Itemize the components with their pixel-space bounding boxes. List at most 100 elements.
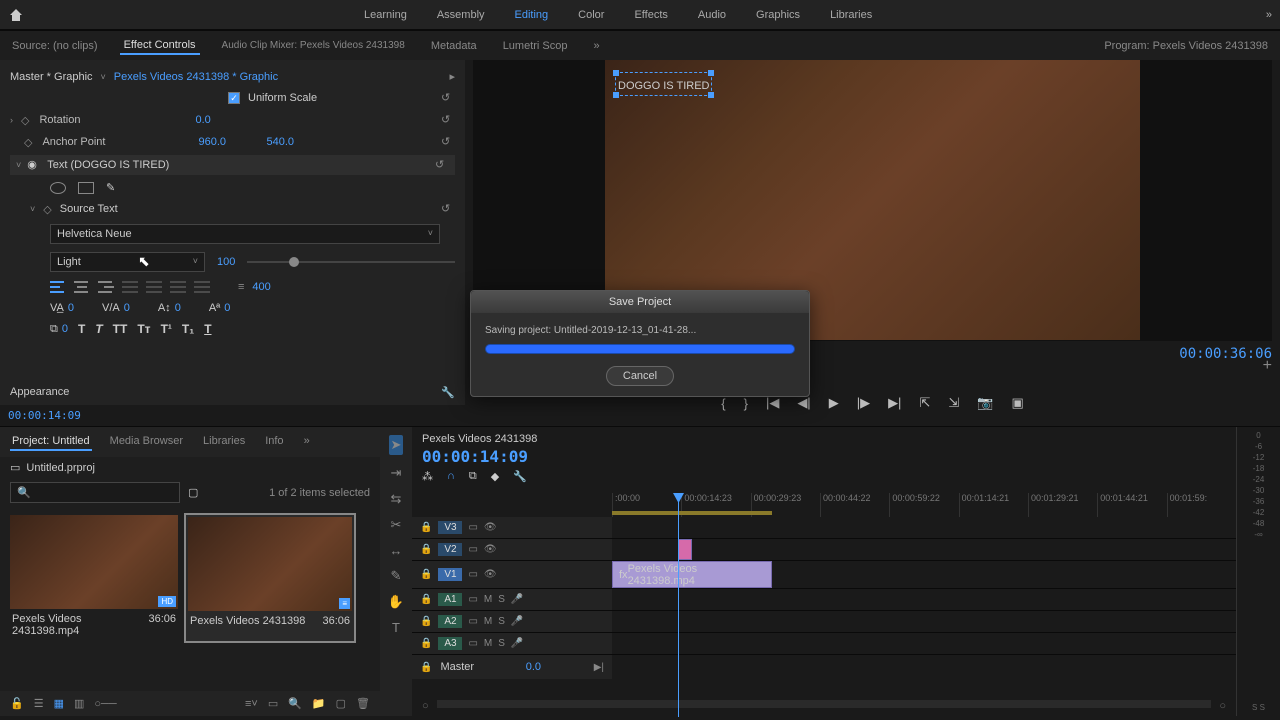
align-right-icon[interactable] — [98, 280, 114, 294]
text-overlay-selected[interactable]: DOGGO IS TIRED — [615, 72, 712, 96]
target-icon[interactable]: ▭ — [468, 522, 477, 533]
chevron-down-icon[interactable]: ˅ — [101, 72, 106, 82]
hand-tool-icon[interactable]: ✋ — [388, 594, 404, 610]
export-frame-button[interactable]: 📷 — [977, 395, 993, 411]
lift-button[interactable]: ⇱ — [919, 395, 930, 411]
reset-icon[interactable]: ↺ — [441, 135, 455, 149]
target-icon[interactable]: ▭ — [468, 594, 477, 605]
search-input[interactable]: 🔍 — [10, 482, 180, 503]
font-size-slider[interactable] — [247, 261, 455, 263]
tab-audio-mixer[interactable]: Audio Clip Mixer: Pexels Videos 2431398 — [218, 38, 409, 53]
track-label[interactable]: V2 — [438, 543, 462, 556]
track-label[interactable]: A3 — [438, 637, 462, 650]
new-item-button[interactable]: ▢ — [336, 697, 346, 710]
align-center-icon[interactable] — [74, 280, 90, 294]
eye-icon[interactable]: 👁 — [484, 569, 497, 580]
stroke-width[interactable]: ⧉0 — [50, 322, 68, 336]
overflow-icon[interactable]: » — [1266, 9, 1272, 21]
go-to-in-button[interactable]: |◀ — [766, 395, 779, 411]
lock-icon[interactable]: 🔒 — [420, 594, 432, 605]
tab-overflow[interactable]: » — [590, 38, 604, 54]
settings-icon[interactable]: 🔧 — [513, 470, 527, 483]
bold-button[interactable]: T — [78, 322, 85, 336]
work-area-bar[interactable] — [612, 511, 772, 515]
solo-toggles[interactable]: S S — [1252, 703, 1265, 712]
lock-icon[interactable]: 🔒 — [420, 616, 432, 627]
ellipse-mask-icon[interactable] — [50, 182, 66, 194]
uniform-scale-checkbox[interactable]: ✓ — [228, 92, 240, 104]
tab-project[interactable]: Project: Untitled — [10, 433, 92, 451]
pen-tool-icon[interactable]: ✎ — [391, 568, 402, 584]
tab-overflow[interactable]: » — [302, 433, 312, 451]
workspace-editing[interactable]: Editing — [515, 9, 549, 21]
list-view-icon[interactable]: ☰ — [34, 697, 44, 710]
justify-right-icon[interactable] — [170, 280, 186, 294]
appearance-section[interactable]: Appearance — [10, 386, 69, 399]
play-icon[interactable]: ▸ — [449, 70, 455, 83]
step-back-button[interactable]: ◀| — [797, 395, 810, 411]
writable-icon[interactable]: 🔓 — [10, 697, 24, 710]
justify-center-icon[interactable] — [146, 280, 162, 294]
go-end-icon[interactable]: ▶| — [594, 662, 604, 673]
tracking-control[interactable]: VA̲0 — [50, 302, 74, 314]
scroll-right-icon[interactable]: ○ — [1219, 700, 1226, 712]
cancel-button[interactable]: Cancel — [606, 366, 674, 386]
mute-button[interactable]: M — [484, 594, 492, 605]
play-button[interactable]: ▶ — [829, 395, 839, 411]
link-icon[interactable]: ⧉ — [469, 470, 477, 483]
lock-icon[interactable]: 🔒 — [420, 522, 432, 533]
subscript-button[interactable]: T₁ — [182, 322, 194, 336]
rect-mask-icon[interactable] — [78, 182, 94, 194]
workspace-learning[interactable]: Learning — [364, 9, 407, 21]
target-icon[interactable]: ▭ — [468, 544, 477, 555]
pen-mask-icon[interactable]: ✎ — [106, 181, 115, 194]
allcaps-button[interactable]: TT — [113, 322, 128, 336]
mark-in-button[interactable]: { — [721, 396, 725, 411]
tab-info[interactable]: Info — [263, 433, 285, 451]
step-fwd-button[interactable]: |▶ — [857, 395, 870, 411]
rotation-value[interactable]: 0.0 — [195, 114, 255, 126]
add-button[interactable]: + — [1263, 357, 1272, 375]
expand-icon[interactable]: ˅ — [10, 204, 35, 214]
type-tool-icon[interactable]: T — [392, 620, 400, 635]
font-family-select[interactable]: Helvetica Neue˅ — [50, 224, 440, 244]
italic-button[interactable]: T — [95, 322, 102, 336]
justify-full-icon[interactable] — [194, 280, 210, 294]
tab-metadata[interactable]: Metadata — [427, 38, 481, 54]
tab-media-browser[interactable]: Media Browser — [108, 433, 185, 451]
eye-icon[interactable]: ◉ — [27, 158, 41, 172]
marker-icon[interactable]: ◆ — [491, 470, 499, 483]
voice-icon[interactable]: 🎤 — [511, 638, 523, 649]
freeform-view-icon[interactable]: ▥ — [74, 697, 84, 710]
extract-button[interactable]: ⇲ — [948, 395, 959, 411]
lock-icon[interactable]: 🔒 — [420, 569, 432, 580]
new-bin-button[interactable]: 📁 — [312, 697, 326, 710]
eye-icon[interactable]: 👁 — [484, 544, 497, 555]
lock-icon[interactable]: 🔒 — [420, 638, 432, 649]
leading-value[interactable]: 400 — [252, 281, 270, 293]
timeline-timecode[interactable]: 00:00:14:09 — [422, 447, 537, 466]
solo-button[interactable]: S — [498, 616, 505, 627]
reset-icon[interactable]: ↺ — [441, 113, 455, 127]
reset-icon[interactable]: ↺ — [441, 202, 455, 216]
snap-icon[interactable]: ⁂ — [422, 470, 433, 483]
tab-libraries[interactable]: Libraries — [201, 433, 247, 451]
target-icon[interactable]: ▭ — [468, 638, 477, 649]
tab-program[interactable]: Program: Pexels Videos 2431398 — [1100, 38, 1272, 54]
mute-button[interactable]: M — [484, 638, 492, 649]
track-label[interactable]: V3 — [438, 521, 462, 534]
slip-tool-icon[interactable]: ↔ — [390, 543, 403, 558]
new-bin-icon[interactable]: ▢ — [188, 486, 198, 499]
workspace-audio[interactable]: Audio — [698, 9, 726, 21]
voice-icon[interactable]: 🎤 — [511, 594, 523, 605]
smallcaps-button[interactable]: Tт — [137, 322, 150, 336]
superscript-button[interactable]: T¹ — [161, 322, 172, 336]
home-icon[interactable] — [8, 7, 24, 23]
voice-icon[interactable]: 🎤 — [511, 616, 523, 627]
master-value[interactable]: 0.0 — [526, 661, 586, 673]
icon-view-icon[interactable]: ▦ — [54, 697, 64, 710]
eye-icon[interactable]: 👁 — [484, 522, 497, 533]
tab-source[interactable]: Source: (no clips) — [8, 38, 102, 54]
timeline-playhead[interactable] — [678, 493, 679, 717]
bin-item[interactable]: HD Pexels Videos 2431398.mp436:06 — [10, 515, 178, 641]
